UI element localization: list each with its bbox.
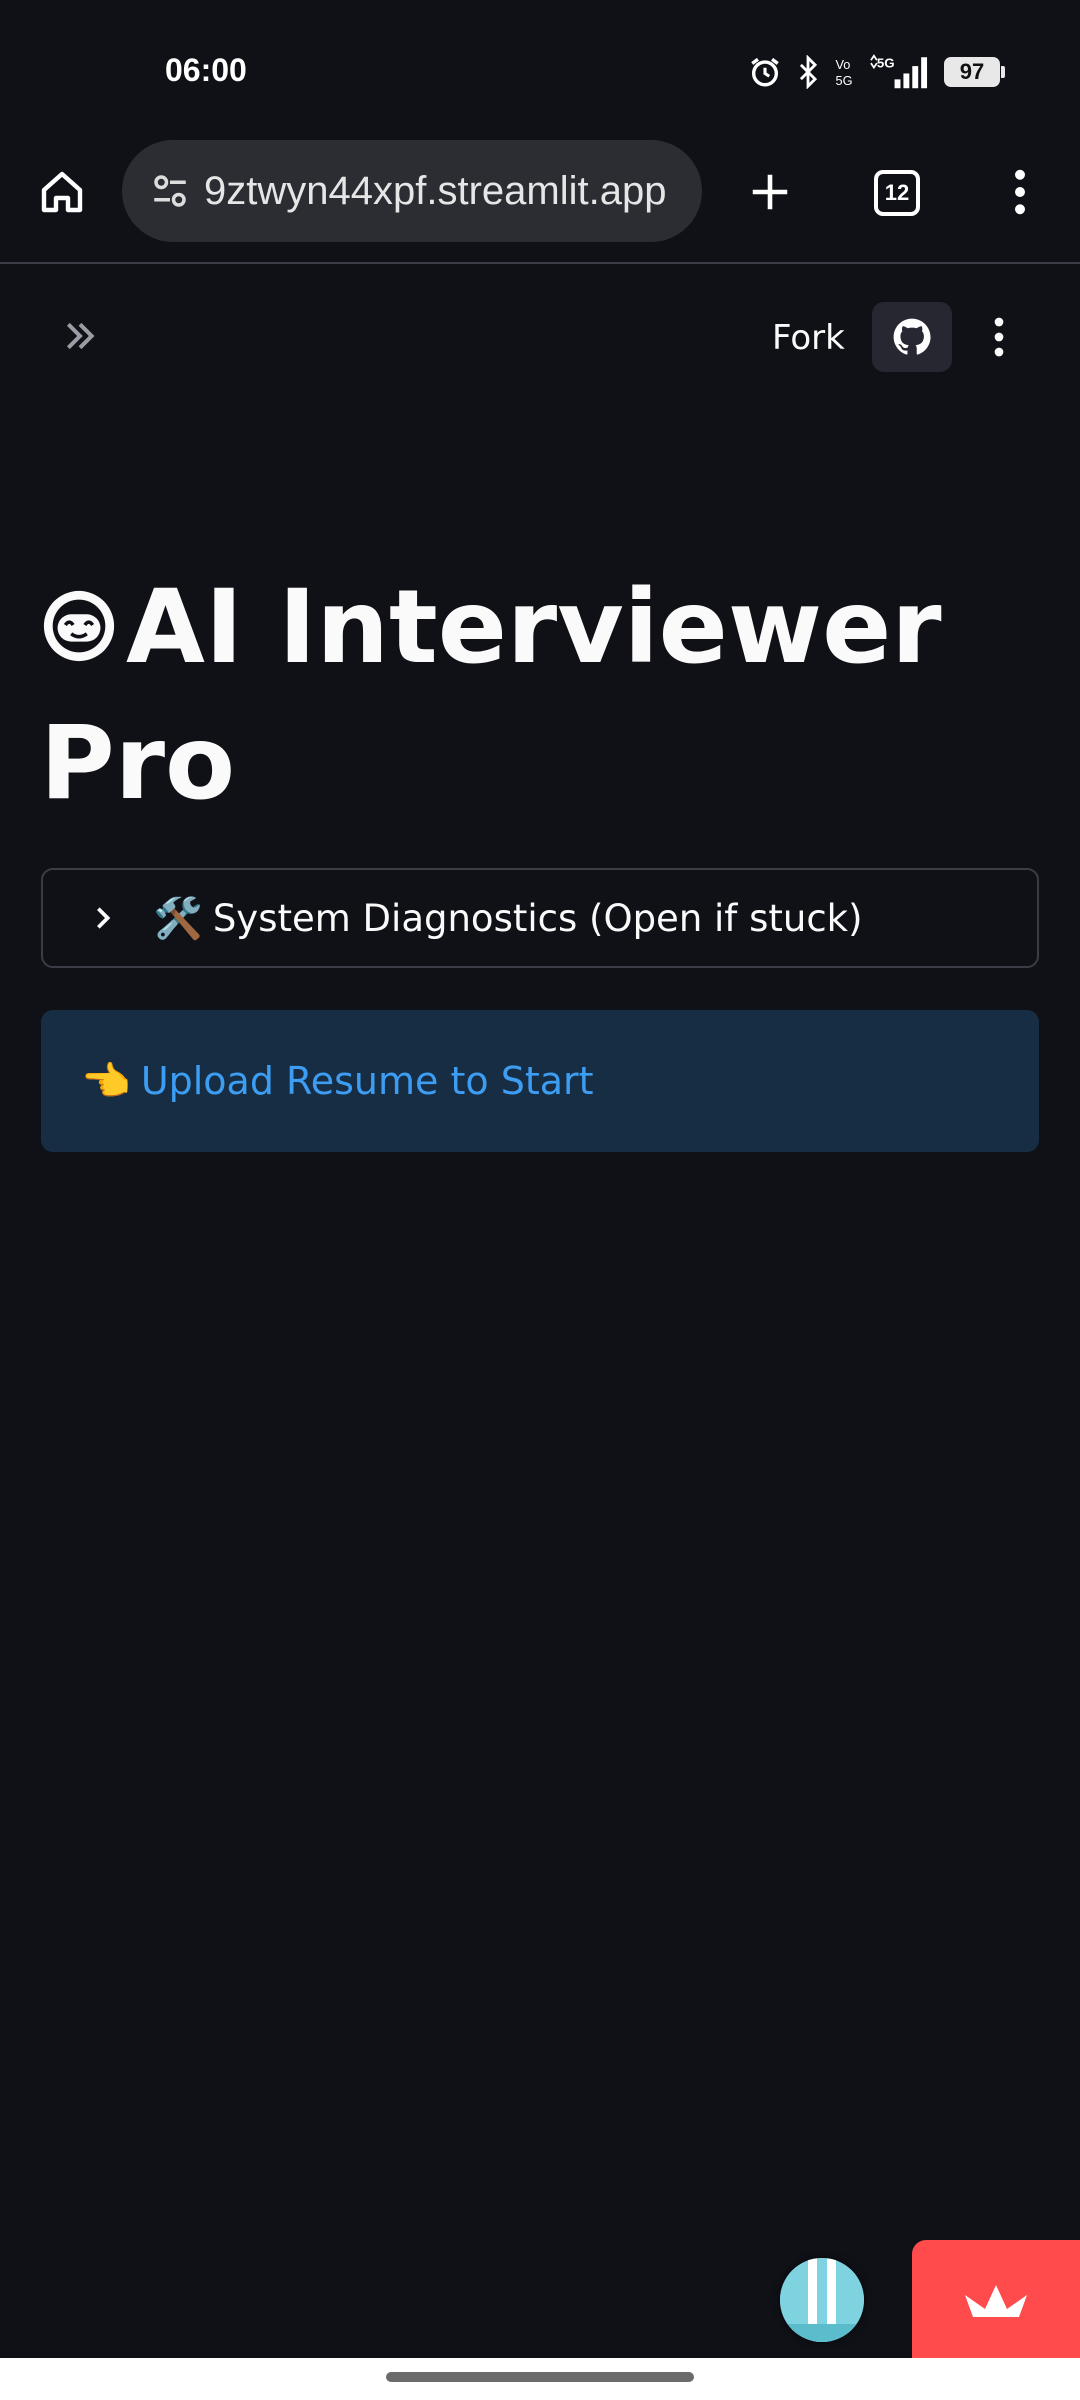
info-alert-text: Upload Resume to Start <box>140 1059 594 1103</box>
info-alert: 👈 Upload Resume to Start <box>41 1010 1039 1152</box>
page-title: AI Interviewer Pro <box>40 560 1040 832</box>
chevron-right-icon <box>83 898 123 938</box>
status-icons: Vo 5G 5G 97 <box>748 50 1005 94</box>
status-bar: 06:00 Vo 5G 5G 97 <box>0 0 1080 130</box>
github-button[interactable] <box>872 302 952 372</box>
battery-icon: 97 <box>944 57 1005 87</box>
fork-button[interactable]: Fork <box>772 318 845 358</box>
alarm-icon <box>751 57 779 87</box>
url-text: 9ztwyn44xpf.streamlit.app <box>204 168 667 213</box>
expander-label: System Diagnostics (Open if stuck) <box>212 896 863 940</box>
address-bar[interactable]: 9ztwyn44xpf.streamlit.app <box>122 140 702 242</box>
svg-text:5G: 5G <box>836 73 853 88</box>
signal-5g-icon: 5G <box>870 54 928 89</box>
tools-icon: 🛠️ <box>153 896 203 941</box>
more-vert-icon <box>1015 169 1025 215</box>
app-header: Fork <box>0 266 1080 406</box>
bluetooth-icon <box>799 55 818 89</box>
streamlit-crown-icon <box>965 2285 1027 2317</box>
pointing-hand-icon: 👈 <box>81 1059 131 1104</box>
app-menu-button[interactable] <box>984 302 1014 372</box>
page-title-text: AI Interviewer Pro <box>40 568 942 823</box>
more-vert-icon <box>994 317 1004 357</box>
svg-text:Vo: Vo <box>836 57 851 72</box>
tabs-button[interactable]: 12 <box>874 170 920 216</box>
home-button[interactable] <box>30 160 94 224</box>
browser-menu-button[interactable] <box>1000 160 1040 224</box>
double-chevron-right-icon <box>66 322 95 350</box>
plus-icon <box>752 174 788 210</box>
github-icon <box>893 318 931 355</box>
browser-toolbar: 9ztwyn44xpf.streamlit.app 12 <box>0 130 1080 264</box>
robot-face-icon <box>43 591 115 662</box>
diagnostics-expander[interactable]: 🛠️ System Diagnostics (Open if stuck) <box>41 868 1039 968</box>
sidebar-toggle-button[interactable] <box>52 314 108 358</box>
streamlit-logo-button[interactable] <box>912 2240 1080 2358</box>
svg-text:5G: 5G <box>877 56 895 71</box>
home-gesture-handle[interactable] <box>386 2372 694 2382</box>
home-icon <box>41 171 83 213</box>
site-settings-icon[interactable] <box>140 161 200 221</box>
system-nav-bar <box>0 2358 1080 2400</box>
volte-icon: Vo 5G <box>836 57 853 88</box>
new-tab-button[interactable] <box>738 160 802 224</box>
status-time: 06:00 <box>165 52 247 88</box>
avatar[interactable] <box>780 2258 864 2342</box>
